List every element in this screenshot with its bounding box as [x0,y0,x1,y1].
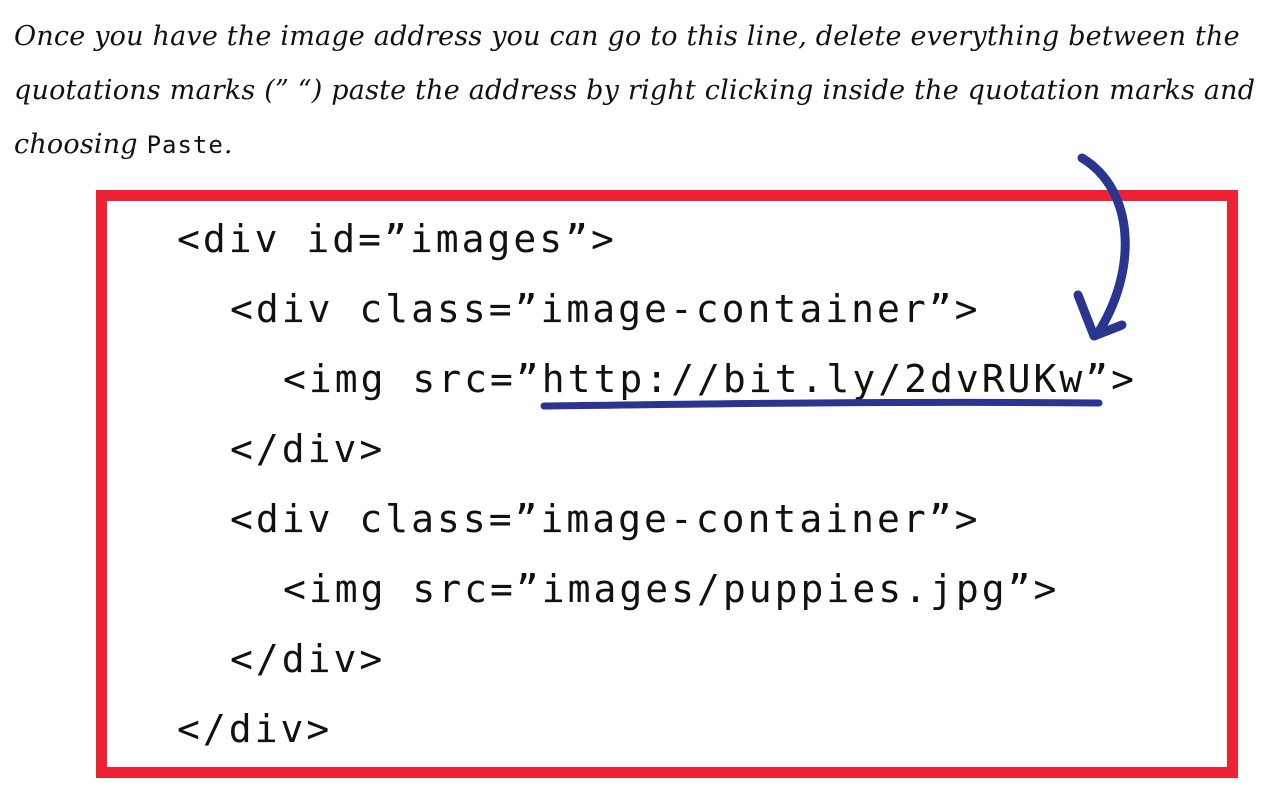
code-line-container-2-close: </div> [230,637,386,681]
instructions-text: Once you have the image address you can … [14,10,1259,172]
code-line-img-puppies: <img src=”images/puppies.jpg”> [283,567,1060,611]
code-box [96,190,1238,778]
code-line-img-url: <img src=”http://bit.ly/2dvRUKw”> [283,357,1137,401]
code-line-container-1-close: </div> [230,427,386,471]
code-line-div-images-close: </div> [177,707,333,751]
code-line-container-2-open: <div class=”image-container”> [230,497,981,541]
code-line-div-images-open: <div id=”images”> [177,217,617,261]
code-line-container-1-open: <div class=”image-container”> [230,287,981,331]
paste-keyword: Paste [146,131,224,159]
instructions-end: . [223,129,233,160]
